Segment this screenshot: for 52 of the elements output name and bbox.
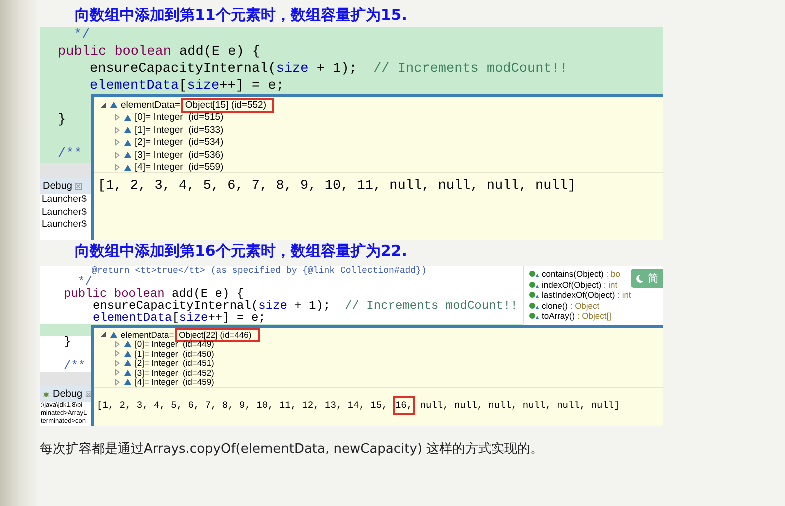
code-line: ensureCapacityInternal(size + 1); // Increments modCount!! [93,300,518,312]
section-heading: 向数组中添加到第11个元素时，数组容量扩为15. [75,5,408,26]
method-name[interactable]: contains(Object) : bo [542,269,620,280]
badge-label: 简 [648,272,659,286]
code-line: */ [78,276,92,288]
code-line: elementData[size++] = e; [90,78,284,95]
method-name[interactable]: toArray() : Object[] [542,311,612,322]
array-entry[interactable]: [0]= Integer (id=449) [135,339,214,350]
expand-triangle-icon[interactable] [100,102,107,109]
method-icon [529,280,539,289]
array-entry[interactable]: [3]= Integer (id=536) [135,150,224,161]
array-entry[interactable]: [3]= Integer (id=452) [135,368,214,378]
code-line: @return <tt>true</tt> (as specified by {@link Collection#add}) [92,266,427,276]
code-line: public boolean add(E e) { [64,288,244,300]
array-entry[interactable]: [4]= Integer (id=559) [135,162,224,174]
method-icon [529,312,539,320]
array-entry[interactable]: [1]= Integer (id=533) [135,124,224,136]
code-line: } [64,336,72,348]
method-name[interactable]: clone() : Object [542,300,600,311]
array-entry[interactable]: [4]= Integer (id=459) [135,377,214,388]
detail-value: [1, 2, 3, 4, 5, 6, 7, 8, 9, 10, 11, null, null, null, null] [97,178,576,194]
debug-entry[interactable]: Launcher$ [40,206,87,219]
code-line: } [58,112,66,129]
array-entry[interactable]: [0]= Integer (id=515) [135,112,224,124]
section-heading: 向数组中添加到第16个元素时，数组容量扩为22. [75,241,408,262]
method-name[interactable]: indexOf(Object) : int [542,280,618,290]
method-icon [529,270,539,278]
code-line: /** [64,360,86,372]
array-entry[interactable]: [1]= Integer (id=450) [135,348,214,359]
code-line: ensureCapacityInternal(size + 1); // Increments modCount!! [90,61,568,78]
variable-name: elementData= [121,100,180,111]
method-icon [529,302,539,310]
debug-entry[interactable]: Launcher$ [40,219,87,232]
method-icon [529,291,539,300]
expand-triangle-icon[interactable] [100,331,107,338]
debug-tab[interactable]: Debug [40,386,91,402]
variable-name: elementData= [121,330,174,340]
code-line: elementData[size++] = e; [93,312,266,324]
debug-entry[interactable]: Launcher$ [40,194,87,206]
array-entry[interactable]: [2]= Integer (id=534) [135,137,224,148]
code-line: /** [58,146,82,163]
close-icon[interactable] [86,390,91,398]
method-name[interactable]: lastIndexOf(Object) : int [542,290,632,300]
code-line: public boolean add(E e) { [58,44,261,61]
code-line: */ [74,27,90,44]
array-entry[interactable]: [2]= Integer (id=451) [135,358,214,368]
debug-tab[interactable]: Debug [40,178,91,194]
variable-value: Object[15] (id=552) [181,98,274,113]
variable-value: Object[22] (id=446) [175,328,260,342]
footer-paragraph: 每次扩容都是通过Arrays.copyOf(elementData, newCapacity) 这样的方式实现的。 [40,441,544,458]
moon-icon [635,274,645,284]
close-icon[interactable] [75,182,82,190]
